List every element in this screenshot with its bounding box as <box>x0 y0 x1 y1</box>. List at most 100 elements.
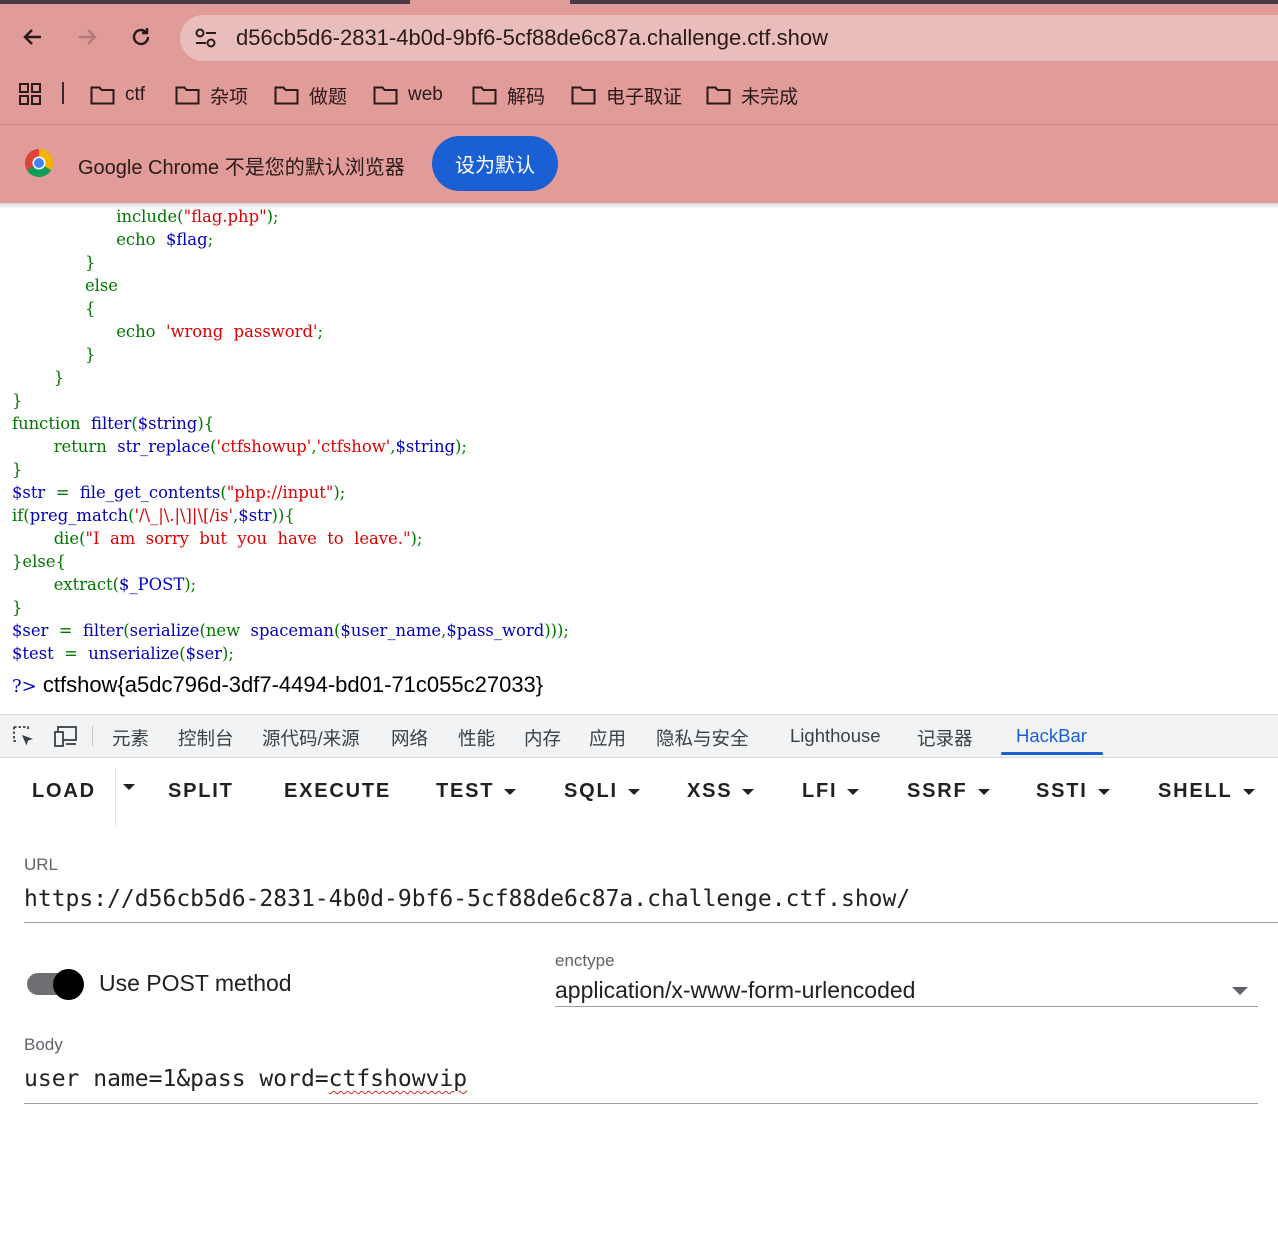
xss-menu-button[interactable]: XSS <box>687 780 755 803</box>
default-browser-infobar: Google Chrome 不是您的默认浏览器 设为默认 <box>0 125 1278 203</box>
bookmark-folder-decode[interactable]: 解码 <box>472 80 545 110</box>
code-line: echo 'wrong password'; <box>12 322 323 341</box>
url-input[interactable]: https://d56cb5d6-2831-4b0d-9bf6-5cf88de6… <box>24 886 910 912</box>
shell-menu-button[interactable]: SHELL <box>1158 780 1255 803</box>
code-line: include("flag.php"); <box>12 207 279 226</box>
code-token: } <box>53 368 65 387</box>
bookmark-folder-unfinished[interactable]: 未完成 <box>706 80 798 110</box>
tab-performance[interactable]: 性能 <box>458 725 495 751</box>
hackbar-toolbar: LOAD SPLIT EXECUTE TEST SQLI XSS LFI SSR… <box>0 758 1278 826</box>
tab-console[interactable]: 控制台 <box>178 725 234 751</box>
execute-button[interactable]: EXECUTE <box>284 780 391 803</box>
body-input[interactable]: user name=1&pass word=ctfshowvip <box>24 1066 467 1092</box>
flag-output: ?> ctfshow{a5dc796d-3df7-4494-bd01-71c05… <box>12 672 543 698</box>
lfi-menu-button[interactable]: LFI <box>802 780 860 803</box>
code-token: ); <box>266 207 279 226</box>
bookmarks-bar: ctf 杂项 做题 web 解码 电子取证 未完成 <box>0 70 1278 125</box>
folder-icon <box>90 86 115 105</box>
reload-icon <box>132 28 150 46</box>
folder-icon <box>373 86 398 105</box>
tab-privacy-security[interactable]: 隐私与安全 <box>656 725 749 751</box>
bookmark-folder-ctf[interactable]: ctf <box>90 80 145 110</box>
device-toolbar-icon[interactable] <box>54 725 78 747</box>
code-line: function filter($string){ <box>12 414 214 433</box>
code-token: filter <box>91 414 132 433</box>
tab-network[interactable]: 网络 <box>391 725 428 751</box>
bookmark-label: 解码 <box>507 86 546 108</box>
reload-button[interactable] <box>126 22 156 52</box>
ssrf-menu-button[interactable]: SSRF <box>907 780 990 803</box>
code-token: 'wrong password' <box>165 322 318 341</box>
caret-down-icon <box>123 784 135 790</box>
post-toggle-knob[interactable] <box>53 969 84 1000</box>
code-token: include( <box>116 207 184 226</box>
apps-grid-icon[interactable] <box>18 82 42 106</box>
sqli-menu-button[interactable]: SQLI <box>564 780 640 803</box>
inspect-element-icon[interactable] <box>12 725 36 747</box>
code-line: die("I am sorry but you have to leave.")… <box>12 529 423 548</box>
code-token: = <box>64 644 89 663</box>
ssti-menu-button[interactable]: SSTI <box>1036 780 1110 803</box>
code-token: echo <box>116 230 166 249</box>
code-token: "I am sorry but you have to leave." <box>85 529 411 548</box>
code-token: ); <box>410 529 423 548</box>
site-info-icon[interactable] <box>194 27 218 49</box>
caret-down-icon <box>1242 788 1255 795</box>
back-button[interactable] <box>18 22 48 52</box>
set-default-button[interactable]: 设为默认 <box>432 136 558 191</box>
code-token: }else{ <box>12 552 66 571</box>
body-field-label: Body <box>24 1035 63 1054</box>
url-text[interactable]: d56cb5d6-2831-4b0d-9bf6-5cf88de6c87a.cha… <box>236 25 828 51</box>
tab-hackbar[interactable]: HackBar <box>1016 725 1087 747</box>
code-token: (new <box>199 621 251 640</box>
tab-recorder[interactable]: 记录器 <box>917 725 973 751</box>
browser-toolbar: d56cb5d6-2831-4b0d-9bf6-5cf88de6c87a.cha… <box>0 4 1278 70</box>
code-token: $test <box>12 644 65 663</box>
code-line: } <box>12 460 22 479</box>
sqli-label: SQLI <box>564 780 618 802</box>
folder-icon <box>274 86 299 105</box>
bookmark-folder-forensics[interactable]: 电子取证 <box>571 80 682 110</box>
bookmark-label: web <box>408 84 443 105</box>
arrow-right-icon <box>79 29 97 45</box>
address-bar[interactable]: d56cb5d6-2831-4b0d-9bf6-5cf88de6c87a.cha… <box>180 15 1278 61</box>
code-token: $ser <box>185 644 222 663</box>
tab-elements[interactable]: 元素 <box>112 725 149 751</box>
bookmark-label: 未完成 <box>741 86 799 108</box>
infobar-message: Google Chrome 不是您的默认浏览器 <box>78 157 405 179</box>
url-input-underline <box>24 922 1278 923</box>
code-token: spaceman <box>250 621 334 640</box>
split-button[interactable]: SPLIT <box>168 780 234 803</box>
bookmark-folder-practice[interactable]: 做题 <box>274 80 347 110</box>
code-line: else <box>12 276 118 295</box>
devtools-divider <box>92 726 93 746</box>
test-menu-button[interactable]: TEST <box>436 780 517 803</box>
code-token: '/\_|\.|\]|\[/is' <box>134 506 234 525</box>
xss-label: XSS <box>687 780 733 802</box>
tab-application[interactable]: 应用 <box>589 725 626 751</box>
load-button[interactable]: LOAD <box>32 780 96 803</box>
split-label: SPLIT <box>168 780 234 802</box>
caret-down-icon <box>1097 788 1110 795</box>
test-label: TEST <box>436 780 495 802</box>
code-token: $_POST <box>119 575 185 594</box>
tab-lighthouse[interactable]: Lighthouse <box>790 725 881 747</box>
code-token: die( <box>53 529 86 548</box>
caret-down-icon <box>742 788 755 795</box>
chevron-down-icon[interactable] <box>1232 987 1248 995</box>
arrow-left-icon <box>23 29 41 45</box>
tab-memory[interactable]: 内存 <box>524 725 561 751</box>
enctype-select[interactable]: application/x-www-form-urlencoded <box>555 977 915 1004</box>
load-dropdown-button[interactable] <box>123 784 135 790</box>
bookmark-folder-misc[interactable]: 杂项 <box>175 80 248 110</box>
code-token: ); <box>455 437 467 456</box>
code-token: return <box>53 437 118 456</box>
code-line: $str = file_get_contents("php://input"); <box>12 483 345 502</box>
code-token: 'ctfshowup' <box>216 437 312 456</box>
forward-button[interactable] <box>72 22 102 52</box>
code-token: ); <box>221 644 234 663</box>
tab-sources[interactable]: 源代码/来源 <box>262 725 360 751</box>
code-line: } <box>12 598 22 617</box>
bookmark-folder-web[interactable]: web <box>373 80 443 110</box>
code-line: } <box>12 391 22 410</box>
